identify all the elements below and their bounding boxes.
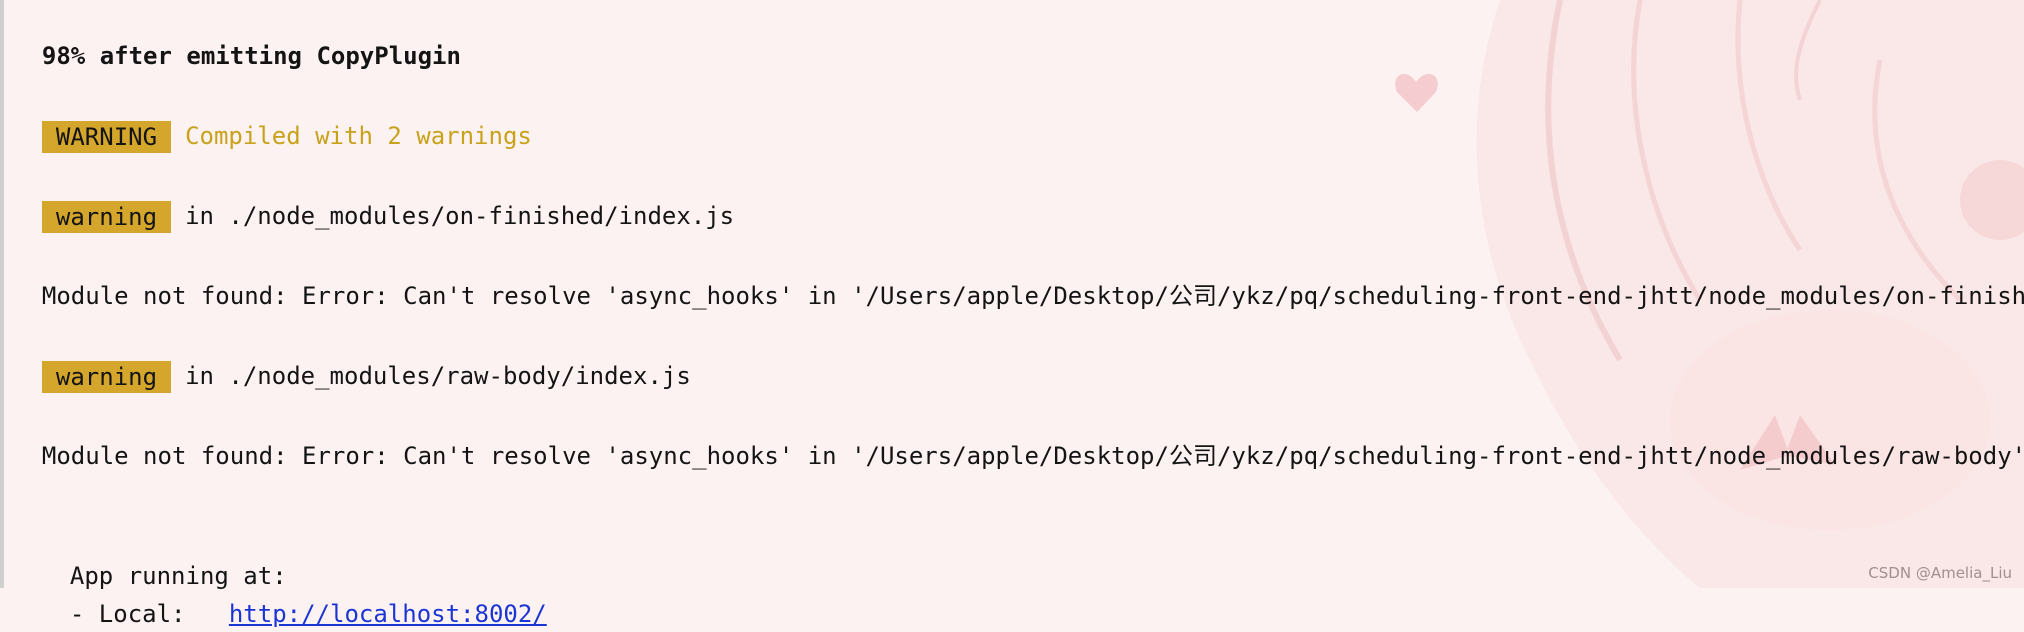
local-url-link[interactable]: http://localhost:8002/	[229, 600, 547, 628]
warning-message-line: Module not found: Error: Can't resolve '…	[13, 402, 2024, 470]
compile-summary-text: Compiled with 2 warnings	[185, 122, 532, 150]
build-progress-line: 98% after emitting CopyPlugin	[13, 2, 461, 70]
warning-message-line: Module not found: Error: Can't resolve '…	[13, 242, 2024, 310]
warning-badge: warning	[41, 361, 172, 393]
local-label: - Local:	[69, 600, 186, 628]
warning-summary-badge: WARNING	[41, 121, 172, 153]
build-progress-text: 98% after emitting CopyPlugin	[41, 42, 461, 70]
warning-message-text: Module not found: Error: Can't resolve '…	[41, 442, 2024, 470]
local-url-line: - Local: http://localhost:8002/	[41, 560, 547, 628]
editor-gutter	[0, 0, 4, 588]
warning-badge: warning	[41, 201, 172, 233]
csdn-watermark: CSDN @Amelia_Liu	[1868, 564, 2012, 582]
warning-location-text: in ./node_modules/on-finished/index.js	[185, 202, 735, 230]
app-running-line: App running at:	[41, 522, 287, 590]
warning-location-line: warning in ./node_modules/on-finished/ind…	[13, 162, 734, 233]
warning-message-text: Module not found: Error: Can't resolve '…	[41, 282, 2024, 310]
warning-location-line: warning in ./node_modules/raw-body/index.…	[13, 322, 691, 393]
compile-summary-line: WARNING Compiled with 2 warnings	[13, 82, 532, 153]
warning-location-text: in ./node_modules/raw-body/index.js	[185, 362, 691, 390]
